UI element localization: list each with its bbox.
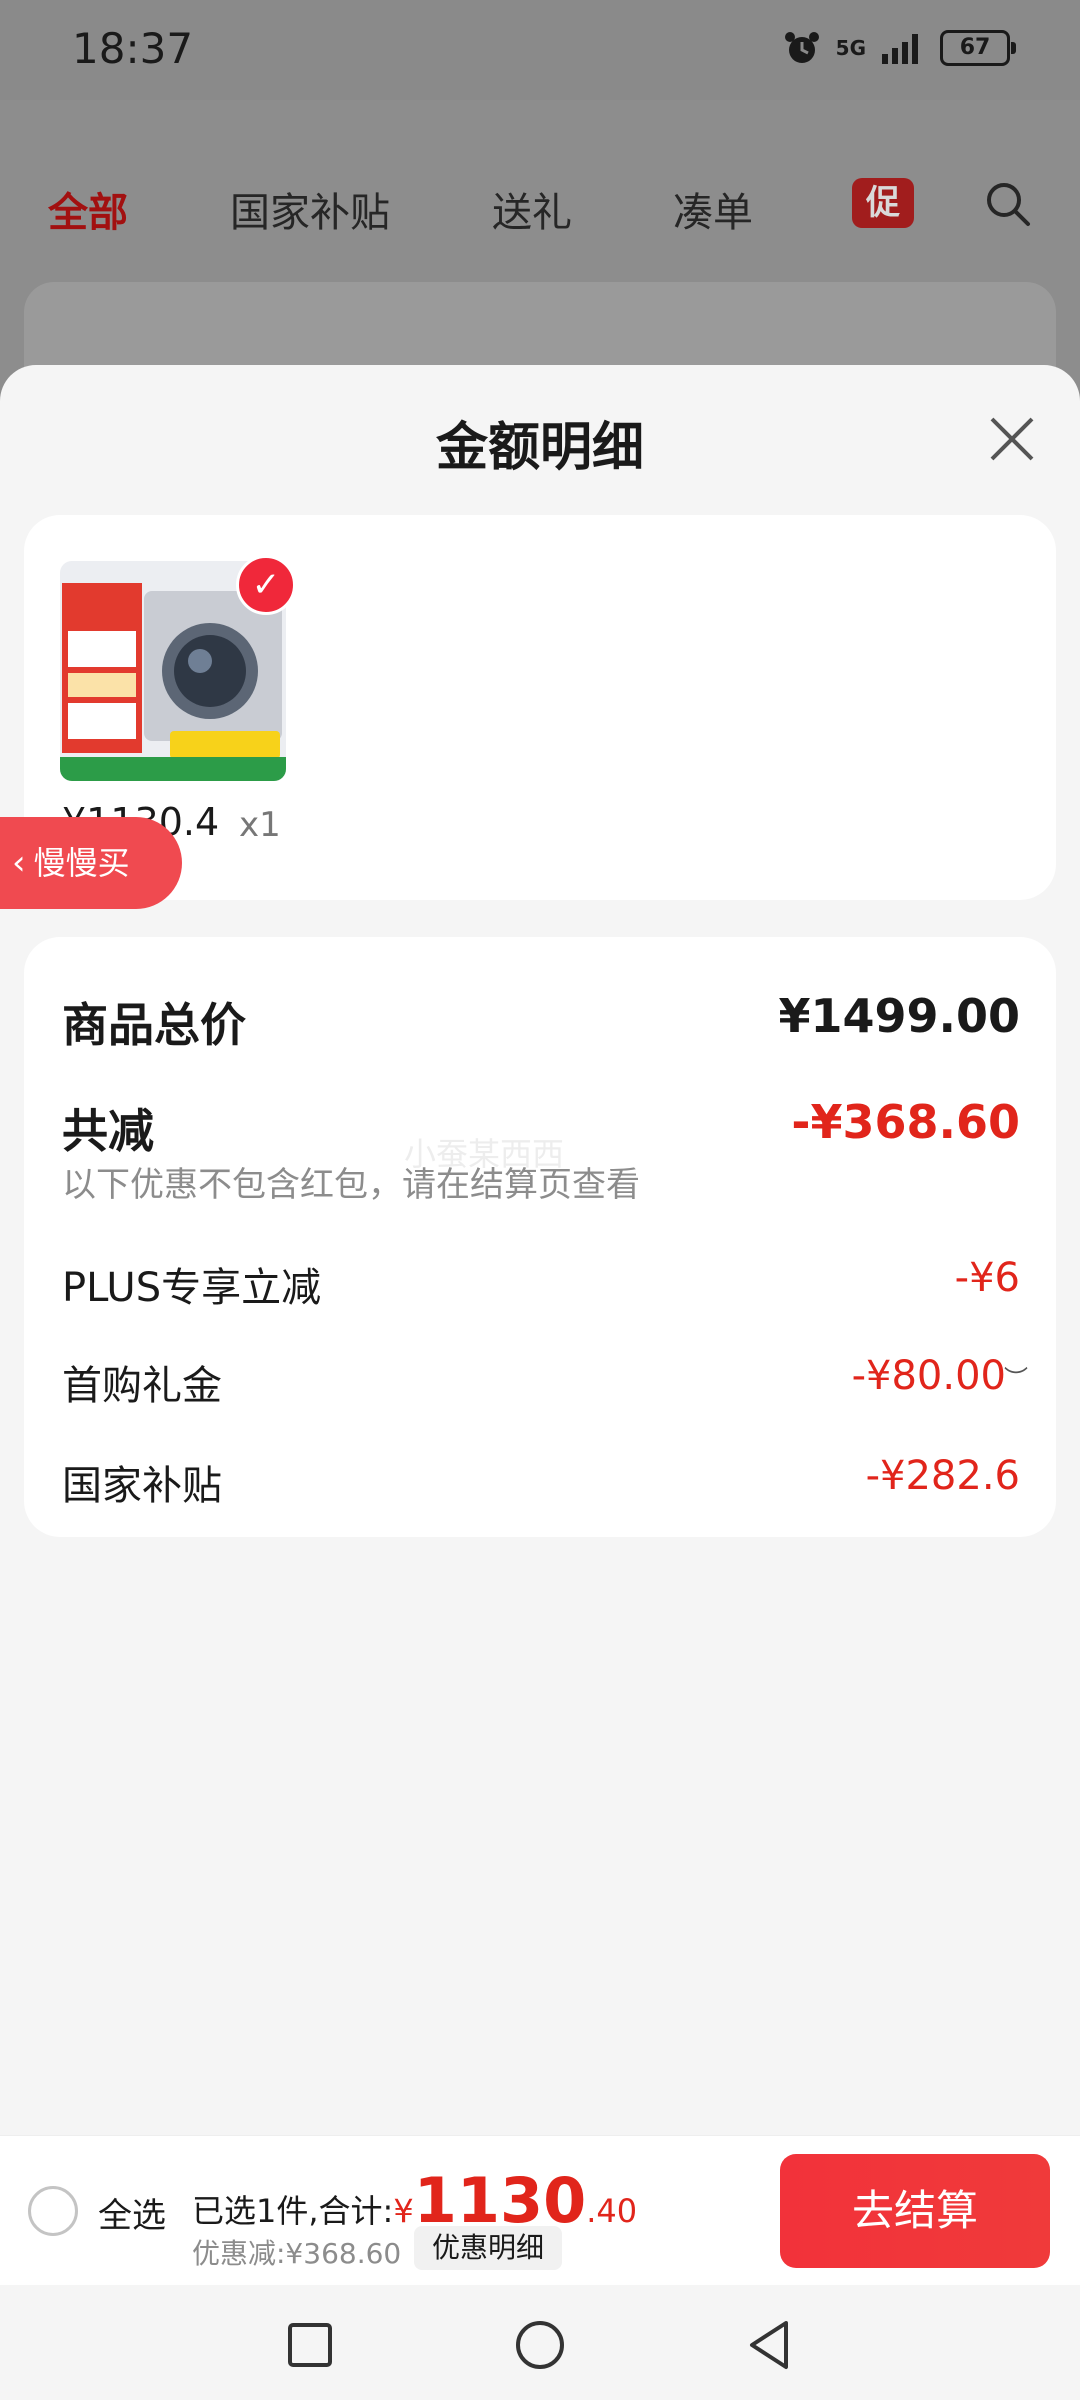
- tab-bundle[interactable]: 凑单: [673, 180, 753, 238]
- discount-note: 以下优惠不包含红包，请在结算页查看: [62, 1165, 640, 1205]
- battery-icon: 67: [940, 30, 1016, 66]
- selected-count-text: 已选1件,合计:: [192, 2192, 394, 2230]
- tab-gift[interactable]: 送礼: [492, 180, 572, 238]
- status-bar: 18:37 5G 67: [0, 0, 1080, 100]
- total-price-label: 商品总价: [62, 998, 246, 1052]
- status-icons: 5G 67: [782, 28, 1016, 68]
- tab-national-subsidy[interactable]: 国家补贴: [230, 180, 390, 238]
- select-all-radio[interactable]: [28, 2186, 78, 2236]
- sheet-title: 金额明细: [435, 418, 644, 478]
- total-discount-label: 共减: [62, 1104, 154, 1158]
- currency-symbol: ¥: [393, 2192, 414, 2230]
- total-discount-value: -¥368.60: [791, 1095, 1020, 1149]
- discount-item-label: 首购礼金: [62, 1363, 222, 1409]
- discount-item-value: -¥6: [954, 1255, 1020, 1301]
- discount-item-value: -¥80.00: [851, 1353, 1006, 1399]
- background-tabs: 全部 国家补贴 送礼 凑单: [0, 180, 1080, 260]
- price-detail-card: 商品总价 ¥1499.00 共减 -¥368.60 小蚕某西西 以下优惠不包含红…: [24, 937, 1056, 1537]
- promo-tag[interactable]: 促: [852, 178, 914, 228]
- search-icon[interactable]: [982, 178, 1034, 230]
- network-type: 5G: [835, 36, 866, 60]
- selected-check-icon[interactable]: ✓: [236, 555, 296, 615]
- home-icon[interactable]: [510, 2315, 570, 2375]
- recent-apps-icon[interactable]: [280, 2315, 340, 2375]
- discount-item-label: PLUS专享立减: [62, 1265, 322, 1311]
- discount-item-label: 国家补贴: [62, 1463, 222, 1509]
- discount-item-value: -¥282.6: [865, 1453, 1020, 1499]
- product-quantity: x1: [239, 805, 281, 845]
- chevron-down-icon[interactable]: ︶: [1004, 1359, 1028, 1394]
- slow-buy-label: 慢慢买: [33, 844, 130, 882]
- navigation-bar: [0, 2285, 1080, 2400]
- saved-amount: 优惠减:¥368.60: [192, 2237, 402, 2270]
- background-page: 全部 国家补贴 送礼 凑单 促: [0, 100, 1080, 402]
- product-card: ✓ ¥1130.4 x1: [24, 515, 1056, 900]
- signal-icon: [882, 34, 918, 64]
- slow-buy-tag[interactable]: ‹ 慢慢买: [0, 817, 182, 909]
- select-all-label[interactable]: 全选: [98, 2188, 166, 2237]
- total-price-value: ¥1499.00: [778, 989, 1020, 1043]
- close-icon[interactable]: [984, 411, 1040, 467]
- checkout-bar: 全选 已选1件,合计:¥1130.40 优惠减:¥368.60 优惠明细 去结算: [0, 2135, 1080, 2286]
- alarm-icon: [784, 32, 819, 63]
- chevron-left-icon: ‹: [12, 843, 26, 883]
- status-time: 18:37: [72, 24, 194, 73]
- checkout-button[interactable]: 去结算: [780, 2154, 1050, 2268]
- discount-detail-button[interactable]: 优惠明细: [414, 2226, 563, 2270]
- total-decimal: .40: [586, 2192, 638, 2230]
- back-icon[interactable]: [740, 2315, 800, 2375]
- amount-detail-sheet: 金额明细 ✓ ¥1130.4 x1 商品总价: [0, 365, 1080, 2135]
- tab-all[interactable]: 全部: [48, 180, 128, 238]
